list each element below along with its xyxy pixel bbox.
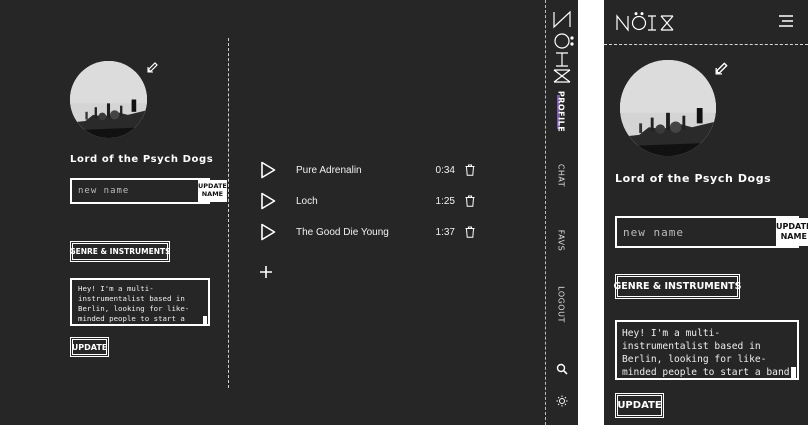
sidebar-logo[interactable] xyxy=(547,8,577,84)
content-divider xyxy=(228,38,229,388)
sidebar-item-favs[interactable]: FAVS xyxy=(557,230,566,251)
sidebar-divider xyxy=(545,0,546,425)
genre-instruments-button[interactable]: GENRE & INSTRUMENTS xyxy=(614,274,742,299)
bio-text: Hey! I'm a multi-instrumentalist based i… xyxy=(622,328,790,378)
logo-icon xyxy=(616,12,674,32)
track-title: The Good Die Young xyxy=(296,226,389,238)
play-icon[interactable] xyxy=(260,161,276,179)
rename-row: UPDATE NAME xyxy=(70,178,227,204)
mobile-view: Lord of the Psych Dogs UPDATE NAME GENRE… xyxy=(604,0,808,425)
track-row[interactable]: Pure Adrenalin 0:34 xyxy=(260,160,475,180)
play-icon[interactable] xyxy=(260,192,276,210)
mobile-logo[interactable] xyxy=(615,12,675,32)
mobile-header-divider xyxy=(604,44,808,45)
search-icon[interactable] xyxy=(556,363,568,375)
track-duration: 1:37 xyxy=(435,226,455,238)
bio-textarea[interactable]: Hey! I'm a multi-instrumentalist based i… xyxy=(70,278,210,326)
sidebar-item-profile[interactable]: PROFILE xyxy=(557,91,566,132)
edit-avatar-icon[interactable] xyxy=(715,61,729,75)
track-duration: 1:25 xyxy=(435,195,455,207)
update-profile-button[interactable]: UPDATE xyxy=(615,393,664,418)
track-duration: 0:34 xyxy=(435,164,455,176)
profile-username: Lord of the Psych Dogs xyxy=(615,172,772,185)
bio-textarea[interactable]: Hey! I'm a multi-instrumentalist based i… xyxy=(615,320,799,380)
track-row[interactable]: The Good Die Young 1:37 xyxy=(260,222,475,242)
track-title: Loch xyxy=(296,195,318,207)
add-track-icon[interactable] xyxy=(259,265,273,279)
rename-row: UPDATE NAME xyxy=(615,216,808,248)
bio-text: Hey! I'm a multi-instrumentalist based i… xyxy=(78,284,190,323)
update-name-button[interactable]: UPDATE NAME xyxy=(776,218,808,246)
sidebar-item-chat[interactable]: CHAT xyxy=(557,164,566,187)
hamburger-menu-icon[interactable] xyxy=(778,14,794,28)
genre-instruments-button[interactable]: GENRE & INSTRUMENTS xyxy=(69,241,171,262)
new-name-input[interactable] xyxy=(72,180,198,202)
update-profile-button[interactable]: UPDATE xyxy=(70,337,109,357)
sun-icon[interactable] xyxy=(556,395,568,407)
bio-scrollbar[interactable] xyxy=(203,316,207,324)
profile-avatar[interactable] xyxy=(70,61,147,138)
new-name-input[interactable] xyxy=(617,218,776,246)
trash-icon[interactable] xyxy=(465,226,475,238)
bio-scrollbar[interactable] xyxy=(791,367,796,378)
trash-icon[interactable] xyxy=(465,195,475,207)
edit-avatar-icon[interactable] xyxy=(147,61,159,73)
logo-icon xyxy=(553,10,574,83)
track-row[interactable]: Loch 1:25 xyxy=(260,191,475,211)
desktop-view: Lord of the Psych Dogs UPDATE NAME GENRE… xyxy=(0,0,578,425)
sidebar-item-logout[interactable]: LOGOUT xyxy=(557,286,566,323)
play-icon[interactable] xyxy=(260,223,276,241)
update-name-button[interactable]: UPDATE NAME xyxy=(198,180,227,202)
profile-avatar[interactable] xyxy=(620,60,716,156)
track-title: Pure Adrenalin xyxy=(296,164,362,176)
trash-icon[interactable] xyxy=(465,164,475,176)
profile-username: Lord of the Psych Dogs xyxy=(70,154,214,165)
